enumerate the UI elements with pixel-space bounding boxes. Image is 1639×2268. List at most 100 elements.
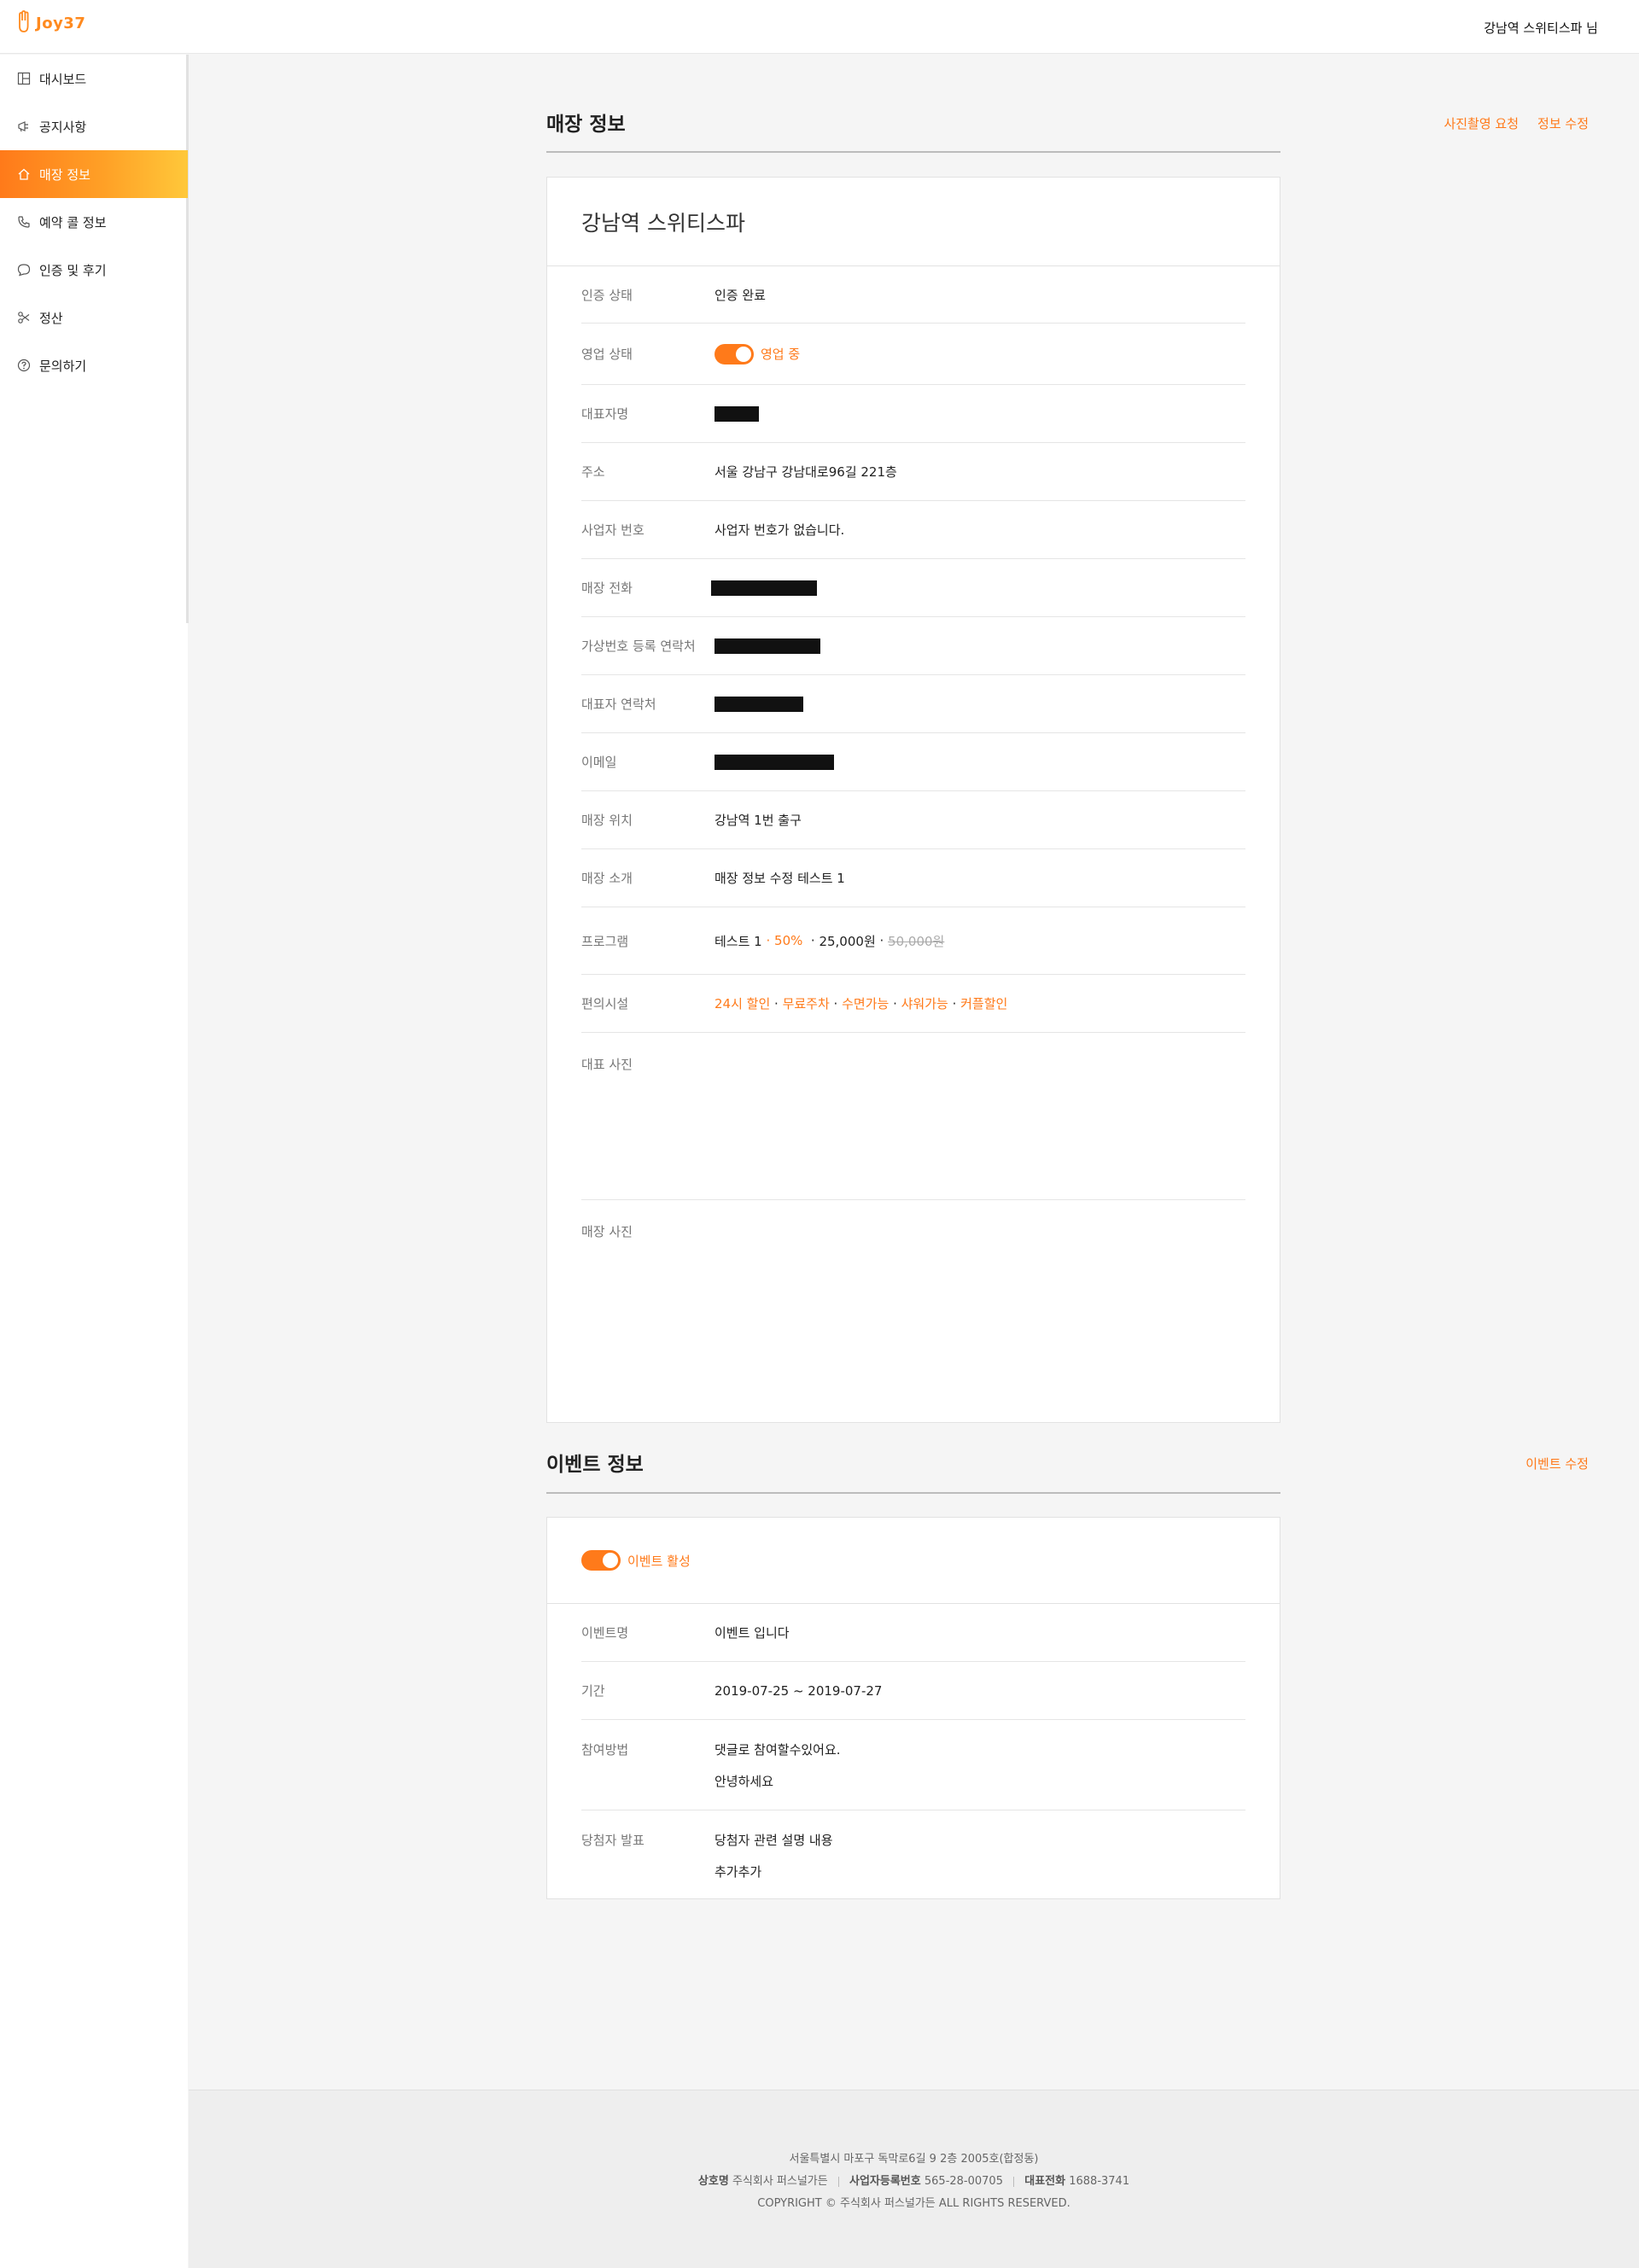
sidebar-item-label: 정산 xyxy=(39,310,63,326)
sidebar-item-dashboard[interactable]: 대시보드 xyxy=(0,55,188,102)
row-business-number: 사업자 번호 사업자 번호가 없습니다. xyxy=(581,501,1245,559)
sidebar-item-inquiry[interactable]: 문의하기 xyxy=(0,341,188,389)
program-discount: 50% xyxy=(774,933,803,948)
sidebar-item-certification-review[interactable]: 인증 및 후기 xyxy=(0,246,188,294)
footer-separator xyxy=(1013,2176,1015,2187)
owner-name-value xyxy=(715,405,759,422)
row-owner-name: 대표자명 xyxy=(581,385,1245,443)
event-section-title: 이벤트 정보 xyxy=(546,1454,644,1476)
facility-tag: 무료주차 xyxy=(782,996,830,1012)
footer-copyright: COPYRIGHT © 주식회사 퍼스널가든 ALL RIGHTS RESERV… xyxy=(757,2197,1070,2210)
edit-info-link[interactable]: 정보 수정 xyxy=(1537,114,1589,132)
footer-address: 서울특별시 마포구 독막로6길 9 2층 2005호(합정동) xyxy=(789,2153,1039,2166)
facility-tag: 커플할인 xyxy=(960,996,1008,1012)
row-business-status: 영업 상태 영업 중 xyxy=(581,324,1245,385)
program-original-price: 50,000원 xyxy=(888,933,945,949)
company-value: 주식회사 퍼스널가든 xyxy=(732,2175,828,2188)
row-winner: 당첨자 발표 당첨자 관련 설명 내용 추가추가 xyxy=(581,1810,1245,1899)
row-label: 주소 xyxy=(581,464,605,480)
row-participation: 참여방법 댓글로 참여할수있어요. 안녕하세요 xyxy=(581,1720,1245,1810)
row-store-photo: 매장 사진 xyxy=(581,1200,1245,1367)
logo-text: Joy37 xyxy=(36,14,86,32)
top-header: Joy37 강남역 스위티스파 님 xyxy=(0,0,1639,54)
row-label: 편의시설 xyxy=(581,996,629,1012)
event-active-label: 이벤트 활성 xyxy=(627,1553,691,1569)
facilities-value: 24시 할인 · 무료주차 · 수면가능 · 샤워가능 · 커플할인 xyxy=(715,994,1007,1012)
sidebar-item-store-info[interactable]: 매장 정보 xyxy=(0,150,188,198)
dot-separator: · xyxy=(761,933,775,948)
store-section-title: 매장 정보 xyxy=(546,114,626,136)
row-cert-status: 인증 상태 인증 완료 xyxy=(581,266,1245,324)
owner-phone-value xyxy=(715,696,803,712)
logo[interactable]: Joy37 xyxy=(17,10,85,36)
photo-request-link[interactable]: 사진촬영 요청 xyxy=(1444,114,1519,132)
phone-value: 1688-3741 xyxy=(1069,2175,1130,2188)
user-name[interactable]: 강남역 스위티스파 님 xyxy=(1484,19,1598,37)
sidebar-item-settlement[interactable]: 정산 xyxy=(0,294,188,341)
sidebar-item-label: 예약 콜 정보 xyxy=(39,214,107,230)
business-status-toggle[interactable] xyxy=(715,343,754,364)
location-value: 강남역 1번 출구 xyxy=(715,813,802,828)
row-label: 사업자 번호 xyxy=(581,522,645,538)
virtual-number-value xyxy=(715,638,820,654)
row-label: 영업 상태 xyxy=(581,347,633,362)
row-event-name: 이벤트명 이벤트 입니다 xyxy=(581,1604,1245,1662)
dot-separator: · xyxy=(829,995,843,1012)
sidebar-item-label: 공지사항 xyxy=(39,119,87,135)
row-label: 매장 위치 xyxy=(581,813,633,828)
sidebar-item-notice[interactable]: 공지사항 xyxy=(0,102,188,150)
participation-value: 댓글로 참여할수있어요. 안녕하세요 xyxy=(715,1740,841,1790)
sidebar-item-label: 대시보드 xyxy=(39,71,87,87)
business-status-value: 영업 중 xyxy=(761,347,801,362)
row-label: 매장 전화 xyxy=(581,580,633,596)
redacted-block xyxy=(715,638,820,654)
phone-icon xyxy=(18,216,30,228)
card-header: 강남역 스위티스파 xyxy=(547,178,1280,266)
store-phone-value xyxy=(711,580,817,596)
redacted-block xyxy=(715,754,834,770)
sidebar-item-label: 매장 정보 xyxy=(39,166,90,183)
business-number-value: 사업자 번호가 없습니다. xyxy=(715,522,845,538)
store-name: 강남역 스위티스파 xyxy=(581,210,745,236)
dot-separator: · xyxy=(770,995,783,1012)
row-label: 이메일 xyxy=(581,755,617,770)
row-label: 매장 사진 xyxy=(581,1224,633,1239)
row-period: 기간 2019-07-25 ~ 2019-07-27 xyxy=(581,1662,1245,1720)
edit-event-link[interactable]: 이벤트 수정 xyxy=(1525,1455,1589,1472)
event-section-actions: 이벤트 수정 xyxy=(1525,1455,1589,1472)
row-label: 가상번호 등록 연락처 xyxy=(581,638,696,654)
participation-line: 댓글로 참여할수있어요. xyxy=(715,1742,841,1758)
footer-separator xyxy=(837,2176,839,2187)
home-icon xyxy=(18,168,30,180)
row-program: 프로그램 테스트 1 · 50% · 25,000원 · 50,000원 xyxy=(581,907,1245,975)
row-email: 이메일 xyxy=(581,733,1245,791)
row-label: 대표자 연락처 xyxy=(581,697,656,712)
megaphone-icon xyxy=(18,121,28,132)
row-label: 매장 소개 xyxy=(581,871,633,886)
row-virtual-number: 가상번호 등록 연락처 xyxy=(581,617,1245,675)
email-value xyxy=(715,754,834,770)
dot-separator: · xyxy=(875,933,889,948)
biz-number-label: 사업자등록번호 xyxy=(849,2175,921,2188)
program-value: 테스트 1 · 50% · 25,000원 · 50,000원 xyxy=(715,932,944,950)
winner-line: 당첨자 관련 설명 내용 xyxy=(715,1833,833,1848)
facility-tag: 샤워가능 xyxy=(901,996,948,1012)
row-store-phone: 매장 전화 xyxy=(581,559,1245,617)
business-status-control: 영업 중 xyxy=(715,343,801,364)
section-divider xyxy=(546,1492,1280,1494)
sidebar-item-label: 문의하기 xyxy=(39,358,87,374)
sidebar: 대시보드 공지사항 매장 정보 예약 콜 정보 인증 및 후기 정산 문의하기 xyxy=(0,55,189,2268)
sidebar-item-reservation-call[interactable]: 예약 콜 정보 xyxy=(0,198,188,246)
redacted-block xyxy=(715,696,803,712)
row-address: 주소 서울 강남구 강남대로96길 221층 xyxy=(581,443,1245,501)
event-active-toggle[interactable] xyxy=(581,1550,621,1571)
address-value: 서울 강남구 강남대로96길 221층 xyxy=(715,464,897,480)
participation-line: 안녕하세요 xyxy=(715,1774,774,1789)
question-icon xyxy=(17,359,31,372)
main-content: 매장 정보 사진촬영 요청 정보 수정 강남역 스위티스파 인증 상태 인증 완… xyxy=(189,55,1639,2090)
program-name: 테스트 1 xyxy=(715,933,762,949)
store-section-actions: 사진촬영 요청 정보 수정 xyxy=(1444,114,1589,132)
footer: 서울특별시 마포구 독막로6길 9 2층 2005호(합정동) 상호명 주식회사… xyxy=(189,2090,1639,2268)
store-info-rows: 인증 상태 인증 완료 영업 상태 영업 중 대표자명 주소 서울 강남구 강남… xyxy=(547,266,1280,1367)
event-name-value: 이벤트 입니다 xyxy=(715,1625,790,1641)
